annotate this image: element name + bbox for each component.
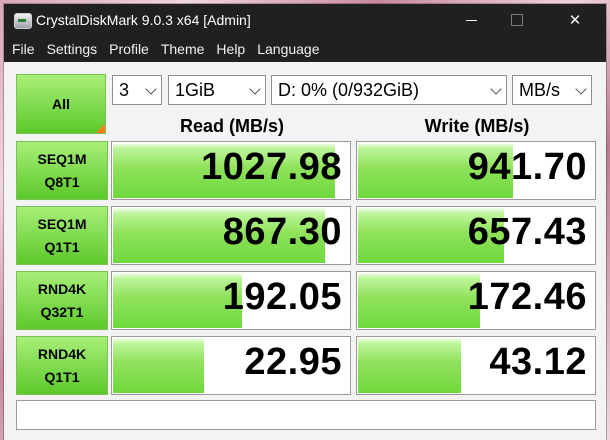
test-button-seq1m-q8t1[interactable]: SEQ1M Q8T1 [16, 141, 108, 200]
menu-help[interactable]: Help [210, 36, 251, 62]
write-value: 43.12 [489, 341, 587, 383]
test-name: SEQ1M [37, 150, 87, 167]
test-params: Q32T1 [40, 303, 84, 320]
close-button[interactable]: ✕ [552, 4, 598, 36]
write-result: 657.43 [356, 206, 596, 265]
window-title: CrystalDiskMark 9.0.3 x64 [Admin] [36, 12, 251, 28]
read-result: 867.30 [111, 206, 351, 265]
test-params: Q1T1 [44, 368, 80, 385]
test-name: SEQ1M [37, 215, 87, 232]
chevron-down-icon [490, 83, 502, 95]
menu-bar: File Settings Profile Theme Help Languag… [4, 36, 606, 62]
write-result: 43.12 [356, 336, 596, 395]
test-count-select[interactable]: 3 [112, 75, 162, 105]
read-result: 1027.98 [111, 141, 351, 200]
comment-field[interactable] [16, 400, 596, 430]
main-panel: All 3 1GiB D: 0% (0/932GiB) MB/s Read (M… [4, 62, 606, 440]
test-name: RND4K [37, 280, 87, 297]
title-bar[interactable]: CrystalDiskMark 9.0.3 x64 [Admin] ✕ [4, 4, 606, 36]
test-size-value: 1GiB [175, 79, 216, 100]
read-value: 1027.98 [201, 146, 342, 188]
menu-theme[interactable]: Theme [155, 36, 211, 62]
write-column-header: Write (MB/s) [424, 116, 530, 136]
read-value: 22.95 [244, 341, 342, 383]
write-bar [358, 273, 480, 328]
write-bar [358, 338, 461, 393]
read-bar [113, 338, 204, 393]
close-icon: ✕ [568, 12, 582, 29]
read-result: 192.05 [111, 271, 351, 330]
app-icon [14, 13, 32, 29]
test-button-rnd4k-q32t1[interactable]: RND4K Q32T1 [16, 271, 108, 330]
menu-file[interactable]: File [4, 36, 41, 62]
all-button-label: All [52, 96, 70, 112]
maximize-icon [511, 14, 523, 26]
menu-settings[interactable]: Settings [41, 36, 104, 62]
menu-profile[interactable]: Profile [103, 36, 155, 62]
minimize-button[interactable] [448, 4, 494, 36]
chevron-down-icon [575, 83, 587, 95]
read-value: 192.05 [222, 276, 342, 318]
unit-select[interactable]: MB/s [512, 75, 592, 105]
minimize-icon [465, 19, 477, 21]
drive-select[interactable]: D: 0% (0/932GiB) [271, 75, 507, 105]
write-value: 172.46 [467, 276, 587, 318]
unit-value: MB/s [519, 79, 561, 100]
test-size-select[interactable]: 1GiB [168, 75, 266, 105]
chevron-down-icon [145, 83, 157, 95]
write-value: 657.43 [467, 211, 587, 253]
chevron-down-icon [249, 83, 261, 95]
all-button[interactable]: All [16, 74, 106, 134]
read-result: 22.95 [111, 336, 351, 395]
write-result: 941.70 [356, 141, 596, 200]
test-name: RND4K [37, 345, 87, 362]
test-count-value: 3 [119, 79, 130, 100]
write-result: 172.46 [356, 271, 596, 330]
menu-language[interactable]: Language [251, 36, 325, 62]
read-column-header: Read (MB/s) [179, 116, 284, 136]
read-value: 867.30 [222, 211, 342, 253]
test-button-seq1m-q1t1[interactable]: SEQ1M Q1T1 [16, 206, 108, 265]
drive-value: D: 0% (0/932GiB) [278, 79, 420, 100]
write-value: 941.70 [467, 146, 587, 188]
app-window: CrystalDiskMark 9.0.3 x64 [Admin] ✕ File… [4, 4, 606, 440]
test-button-rnd4k-q1t1[interactable]: RND4K Q1T1 [16, 336, 108, 395]
test-params: Q8T1 [44, 173, 80, 190]
maximize-button[interactable] [494, 4, 540, 36]
test-params: Q1T1 [44, 238, 80, 255]
